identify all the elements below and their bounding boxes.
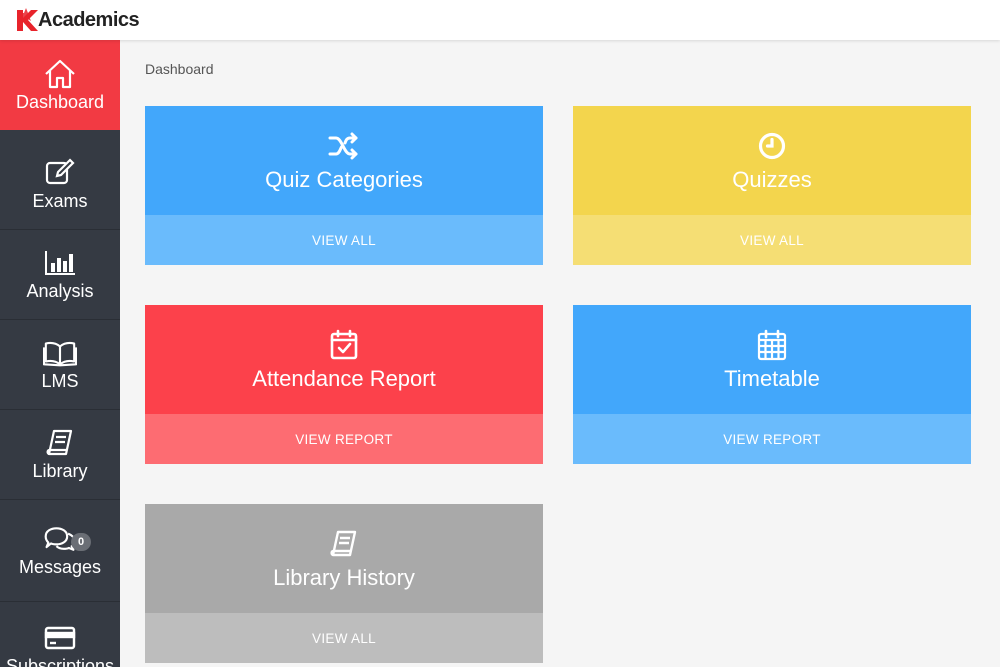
sidebar-item-label: Subscriptions xyxy=(5,656,115,667)
logo-mark-icon xyxy=(17,8,38,31)
calendar-check-icon xyxy=(327,328,361,362)
calendar-grid-icon xyxy=(755,328,789,362)
sidebar-item-lms[interactable]: LMS xyxy=(0,320,120,410)
card-title: Quiz Categories xyxy=(265,166,423,192)
sidebar-item-analysis[interactable]: Analysis xyxy=(0,230,120,320)
sidebar-item-label: Library xyxy=(32,461,88,481)
quizzes-card[interactable]: Quizzes VIEW ALL xyxy=(573,106,971,265)
credit-card-icon xyxy=(43,622,77,654)
quiz-categories-card[interactable]: Quiz Categories VIEW ALL xyxy=(145,106,543,265)
messages-count-badge: 0 xyxy=(71,533,91,551)
sidebar-item-subscriptions[interactable]: Subscriptions xyxy=(0,602,120,667)
sidebar-item-label: Exams xyxy=(32,191,88,211)
app-logo[interactable]: Academics xyxy=(14,5,140,35)
view-all-button[interactable]: VIEW ALL xyxy=(145,215,543,265)
open-book-icon xyxy=(43,337,77,369)
logo-text: Academics xyxy=(38,8,140,31)
bar-chart-icon xyxy=(43,247,77,279)
timetable-card[interactable]: Timetable VIEW REPORT xyxy=(573,305,971,464)
sidebar-item-label: Messages xyxy=(18,557,102,577)
home-icon xyxy=(43,58,77,90)
card-header[interactable]: Attendance Report xyxy=(145,305,543,414)
view-report-button[interactable]: VIEW REPORT xyxy=(573,414,971,464)
card-header[interactable]: Library History xyxy=(145,504,543,613)
sidebar-item-label: LMS xyxy=(41,371,79,391)
sidebar: Dashboard Exams Analysis LMS Library 0 M… xyxy=(0,40,120,667)
book-icon xyxy=(43,427,77,459)
card-title: Timetable xyxy=(724,365,820,391)
top-bar: Academics xyxy=(0,0,1000,40)
sidebar-item-exams[interactable]: Exams xyxy=(0,140,120,230)
sidebar-item-label: Analysis xyxy=(26,281,94,301)
card-header[interactable]: Quiz Categories xyxy=(145,106,543,215)
shuffle-icon xyxy=(327,129,361,163)
view-all-button[interactable]: VIEW ALL xyxy=(145,613,543,663)
book-icon xyxy=(327,527,361,561)
card-header[interactable]: Timetable xyxy=(573,305,971,414)
card-title: Library History xyxy=(273,564,415,590)
edit-icon xyxy=(43,157,77,189)
card-title: Attendance Report xyxy=(252,365,436,391)
attendance-report-card[interactable]: Attendance Report VIEW REPORT xyxy=(145,305,543,464)
breadcrumb: Dashboard xyxy=(145,61,214,77)
sidebar-item-messages[interactable]: 0 Messages xyxy=(0,500,120,602)
view-all-button[interactable]: VIEW ALL xyxy=(573,215,971,265)
card-title: Quizzes xyxy=(732,166,812,192)
sidebar-item-library[interactable]: Library xyxy=(0,410,120,500)
sidebar-item-dashboard[interactable]: Dashboard xyxy=(0,40,120,130)
card-header[interactable]: Quizzes xyxy=(573,106,971,215)
chat-bubbles-icon: 0 xyxy=(43,523,91,555)
clock-icon xyxy=(755,129,789,163)
sidebar-item-label: Dashboard xyxy=(15,91,105,112)
library-history-card[interactable]: Library History VIEW ALL xyxy=(145,504,543,663)
view-report-button[interactable]: VIEW REPORT xyxy=(145,414,543,464)
